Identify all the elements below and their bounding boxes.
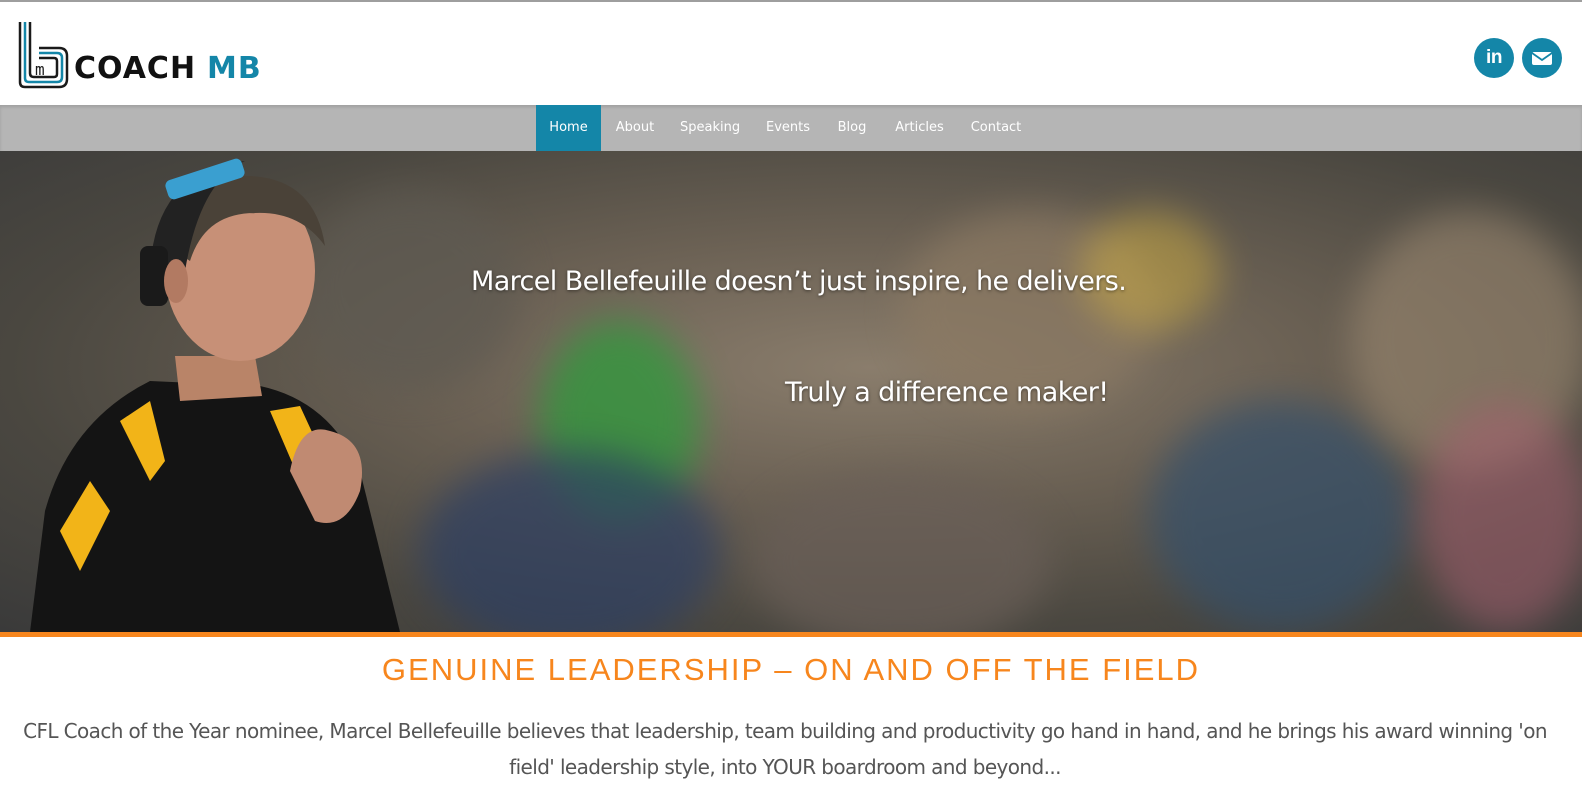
svg-text:m: m [35,60,45,79]
nav-item-articles[interactable]: Articles [892,105,947,151]
svg-text:COACH: COACH [74,51,196,86]
email-button[interactable] [1522,38,1562,78]
nav-item-speaking[interactable]: Speaking [680,105,740,151]
nav-item-contact[interactable]: Contact [968,105,1024,151]
hero-banner: Marcel Bellefeuille doesn’t just inspire… [0,151,1582,632]
page-headline: GENUINE LEADERSHIP – ON AND OFF THE FIEL… [381,652,1201,687]
accent-divider [0,632,1582,637]
envelope-icon [1531,52,1553,65]
linkedin-icon: in [1486,47,1502,68]
hero-quote: Marcel Bellefeuille doesn’t just inspire… [471,266,1127,297]
hero-tagline: Truly a difference maker! [785,377,1109,408]
main-nav: Home About Speaking Events Blog Articles… [0,105,1582,151]
nav-item-events[interactable]: Events [763,105,813,151]
nav-item-blog[interactable]: Blog [834,105,870,151]
coachmb-logo[interactable]: m COACH MB [17,20,287,90]
nav-item-about[interactable]: About [612,105,658,151]
logo-mark-icon: m COACH MB [18,22,262,89]
intro-paragraph: CFL Coach of the Year nominee, Marcel Be… [23,719,1547,779]
linkedin-button[interactable]: in [1474,38,1514,78]
coach-photo [30,158,400,632]
nav-item-home[interactable]: Home [536,105,601,151]
svg-text:MB: MB [207,51,262,86]
site-header: m COACH MB in [0,2,1582,105]
